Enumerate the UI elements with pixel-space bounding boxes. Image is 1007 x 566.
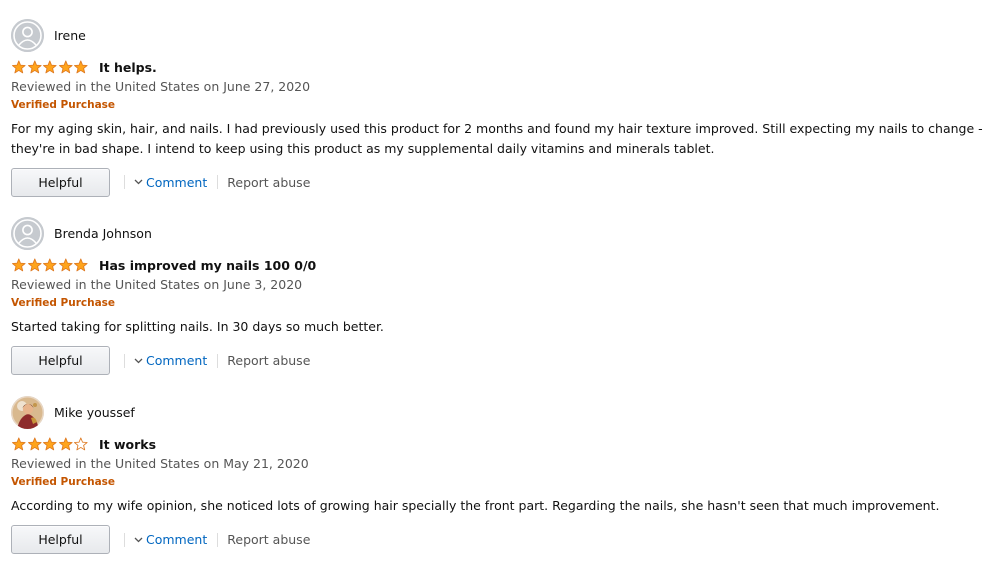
star-rating[interactable]	[11, 437, 89, 451]
review-title[interactable]: It helps.	[99, 60, 157, 75]
default-profile-icon	[11, 217, 44, 250]
star-rating[interactable]	[11, 60, 89, 74]
star-filled-icon	[58, 437, 73, 451]
helpful-button[interactable]: Helpful	[11, 167, 110, 197]
star-filled-icon	[74, 60, 88, 74]
report-abuse-link[interactable]: Report abuse	[227, 353, 310, 368]
review-item: Brenda Johnson Has improved my nails 100…	[11, 217, 996, 376]
star-filled-icon	[74, 258, 88, 272]
star-rating[interactable]	[11, 258, 89, 272]
chevron-down-icon	[134, 358, 143, 363]
review-body: Started taking for splitting nails. In 3…	[11, 319, 384, 334]
reviews-list: Irene It helps. Reviewed in the United S…	[0, 0, 1007, 566]
report-abuse-link[interactable]: Report abuse	[227, 532, 310, 547]
verified-purchase-badge[interactable]: Verified Purchase	[11, 296, 996, 310]
review-body: According to my wife opinion, she notice…	[11, 498, 940, 513]
star-filled-icon	[12, 258, 26, 272]
star-filled-icon	[43, 437, 57, 451]
star-filled-icon	[43, 258, 57, 272]
star-filled-icon	[27, 60, 42, 74]
divider	[217, 353, 219, 368]
star-filled-icon	[58, 258, 73, 272]
divider	[217, 175, 219, 189]
star-filled-icon	[27, 258, 42, 272]
helpful-button[interactable]: Helpful	[11, 525, 110, 554]
verified-purchase-badge[interactable]: Verified Purchase	[11, 98, 996, 112]
divider	[124, 532, 125, 547]
divider	[124, 353, 125, 368]
review-actions: Helpful Comment Report abuse	[11, 525, 996, 555]
review-title[interactable]: Has improved my nails 100 0/0	[99, 258, 316, 273]
helpful-button[interactable]: Helpful	[11, 346, 110, 375]
reviewer-profile[interactable]: Brenda Johnson	[11, 217, 996, 250]
comment-link[interactable]: Comment	[134, 175, 207, 190]
review-title[interactable]: It works	[99, 437, 156, 452]
reviewer-name[interactable]: Brenda Johnson	[54, 226, 152, 241]
review-item: Mike youssef It works Reviewed in the Un…	[11, 396, 996, 555]
comment-link[interactable]: Comment	[134, 532, 207, 547]
star-filled-icon	[27, 437, 42, 451]
report-abuse-link[interactable]: Report abuse	[227, 175, 310, 190]
default-profile-icon	[11, 19, 44, 52]
review-date: Reviewed in the United States on June 3,…	[11, 277, 303, 292]
comment-link[interactable]: Comment	[134, 353, 207, 368]
reviewer-name[interactable]: Mike youssef	[54, 405, 135, 420]
star-filled-icon	[12, 60, 26, 74]
verified-purchase-badge[interactable]: Verified Purchase	[11, 475, 996, 489]
reviewer-profile[interactable]: Mike youssef	[11, 396, 996, 429]
review-body: For my aging skin, hair, and nails. I ha…	[11, 121, 983, 156]
chevron-down-icon	[134, 537, 143, 542]
reviewer-profile[interactable]: Irene	[11, 19, 996, 52]
review-actions: Helpful Comment Report abuse	[11, 346, 996, 376]
photo-avatar	[11, 396, 44, 429]
divider	[124, 175, 125, 189]
star-filled-icon	[43, 60, 57, 74]
comment-label: Comment	[146, 174, 208, 190]
divider	[217, 532, 219, 547]
review-date: Reviewed in the United States on May 21,…	[11, 456, 309, 471]
star-empty-icon	[74, 437, 88, 451]
comment-label: Comment	[146, 353, 208, 368]
review-actions: Helpful Comment Report abuse	[11, 167, 996, 197]
comment-label: Comment	[146, 532, 208, 547]
reviewer-name[interactable]: Irene	[54, 28, 86, 43]
review-item: Irene It helps. Reviewed in the United S…	[11, 19, 996, 197]
chevron-down-icon	[134, 179, 143, 185]
star-filled-icon	[58, 60, 73, 74]
review-date: Reviewed in the United States on June 27…	[11, 79, 311, 94]
star-filled-icon	[12, 437, 26, 451]
